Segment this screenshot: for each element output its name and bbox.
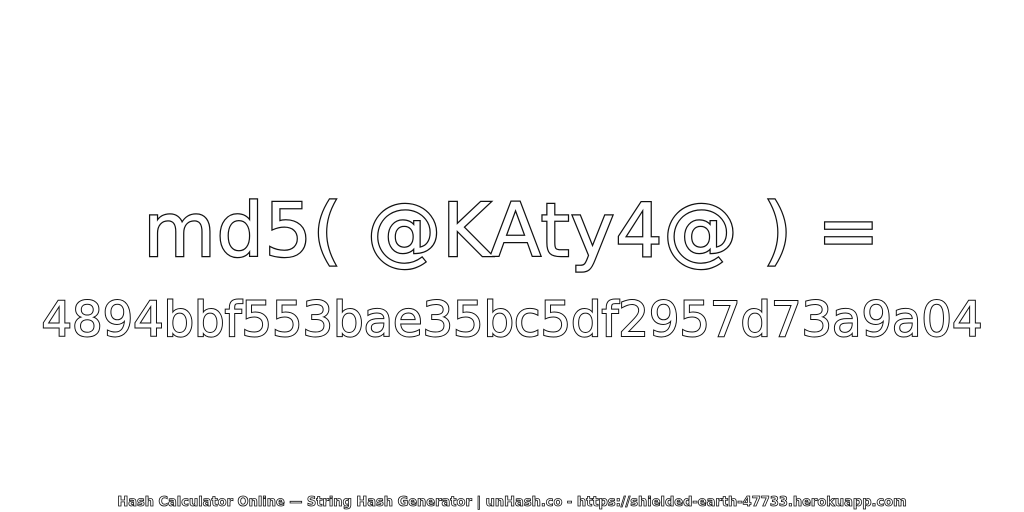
- md5-expression-heading: md5( @KAty4@ ) =: [142, 187, 881, 276]
- md5-hash-value: 4894bbf553bae35bc5df2957d73a9a04: [40, 291, 983, 349]
- footer-credit-text: Hash Calculator Online — String Hash Gen…: [117, 495, 907, 511]
- hash-image-canvas: md5( @KAty4@ ) = 4894bbf553bae35bc5df295…: [0, 0, 1024, 512]
